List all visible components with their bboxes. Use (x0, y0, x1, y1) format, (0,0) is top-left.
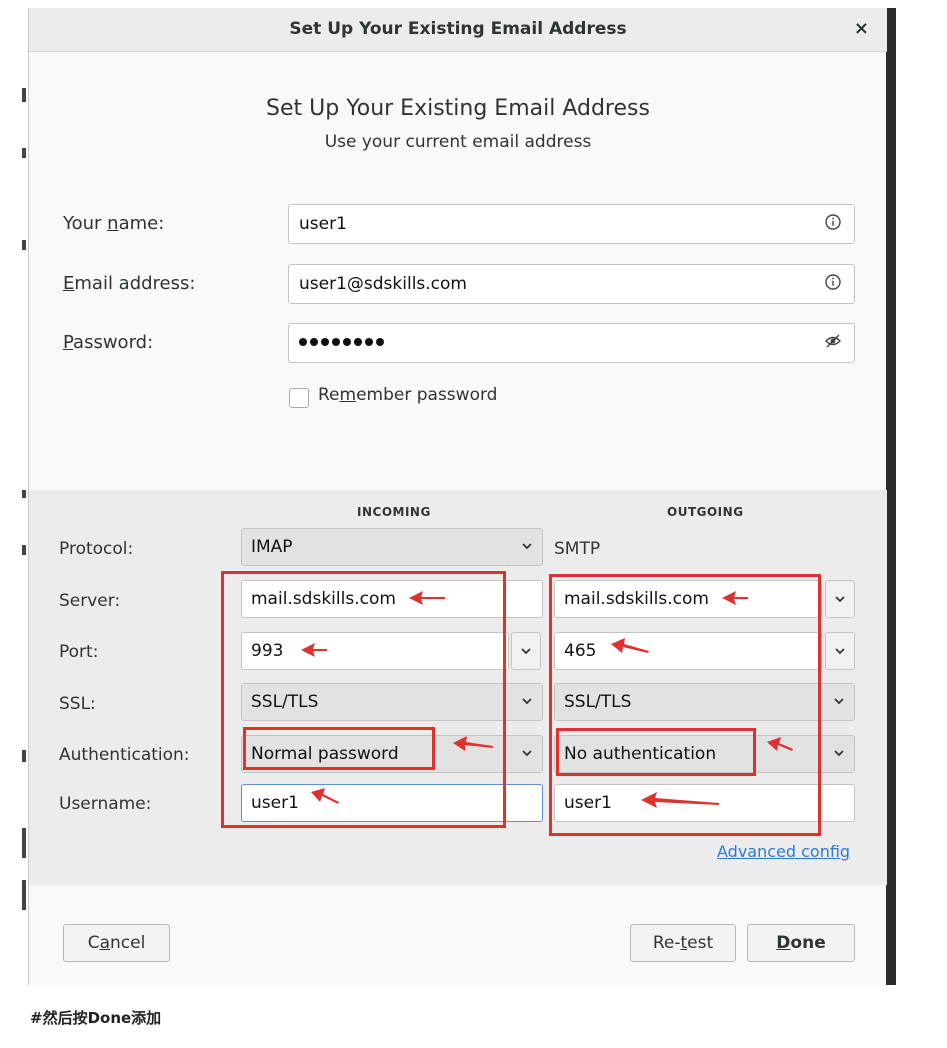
arrow-annotation (722, 591, 748, 605)
remember-password-checkbox[interactable] (289, 388, 309, 408)
email-setup-dialog: Set Up Your Existing Email Address × Set… (28, 8, 887, 985)
arrow-annotation (453, 736, 493, 751)
dialog-title: Set Up Your Existing Email Address (289, 19, 627, 39)
titlebar: Set Up Your Existing Email Address × (29, 8, 887, 52)
arrow-annotation (301, 643, 327, 657)
username-label: Username: (59, 794, 152, 814)
info-icon[interactable] (824, 213, 842, 231)
outgoing-header: OUTGOING (667, 505, 744, 519)
chevron-down-icon (834, 750, 844, 757)
chevron-down-icon (521, 648, 531, 655)
cancel-button[interactable]: Cancel (63, 924, 170, 962)
name-field[interactable]: user1 (288, 204, 855, 244)
arrow-annotation (641, 792, 719, 808)
incoming-annotation-box (221, 571, 506, 828)
eye-slash-icon[interactable] (824, 332, 842, 350)
arrow-annotation (409, 591, 445, 605)
password-mask (299, 338, 384, 346)
outgoing-server-dropdown[interactable] (825, 580, 855, 618)
password-dot (332, 338, 340, 346)
password-label: Password: (63, 332, 154, 353)
done-button[interactable]: Done (747, 924, 855, 962)
outgoing-auth-annotation-box (556, 728, 756, 776)
outgoing-port-dropdown[interactable] (825, 632, 855, 670)
advanced-config-link[interactable]: Advanced config (717, 842, 850, 861)
background-window-edge (0, 0, 30, 985)
name-value: user1 (299, 214, 347, 234)
password-dot (310, 338, 318, 346)
page-subheading: Use your current email address (324, 132, 592, 152)
password-dot (376, 338, 384, 346)
info-icon[interactable] (824, 273, 842, 291)
server-label: Server: (59, 591, 121, 611)
password-field[interactable] (288, 323, 855, 363)
email-label: Email address: (63, 273, 196, 294)
outgoing-protocol-value: SMTP (554, 539, 601, 559)
protocol-label: Protocol: (59, 539, 134, 559)
password-dot (354, 338, 362, 346)
arrow-annotation (767, 737, 793, 751)
password-dot (365, 338, 373, 346)
chevron-down-icon (522, 750, 532, 757)
incoming-auth-annotation-box (243, 727, 435, 770)
port-label: Port: (59, 642, 99, 662)
authentication-label: Authentication: (59, 745, 190, 765)
arrow-annotation (611, 638, 649, 653)
password-dot (299, 338, 307, 346)
incoming-protocol-select[interactable]: IMAP (241, 528, 543, 566)
name-label: Your name: (63, 213, 165, 234)
retest-button[interactable]: Re-test (630, 924, 736, 962)
ssl-label: SSL: (59, 694, 96, 714)
password-dot (321, 338, 329, 346)
chevron-down-icon (835, 648, 845, 655)
caption-text: #然后按Done添加 (30, 1009, 162, 1027)
incoming-port-dropdown[interactable] (511, 632, 541, 670)
chevron-down-icon (835, 596, 845, 603)
chevron-down-icon (522, 543, 532, 550)
email-field[interactable]: user1@sdskills.com (288, 264, 855, 304)
page-heading: Set Up Your Existing Email Address (266, 96, 650, 121)
incoming-header: INCOMING (357, 505, 431, 519)
arrow-annotation (311, 788, 339, 804)
chevron-down-icon (522, 698, 532, 705)
password-dot (343, 338, 351, 346)
remember-password-label[interactable]: Remember password (318, 385, 497, 405)
email-value: user1@sdskills.com (299, 274, 467, 294)
close-icon[interactable]: × (854, 18, 869, 39)
chevron-down-icon (834, 698, 844, 705)
window-shadow-edge (886, 8, 896, 985)
